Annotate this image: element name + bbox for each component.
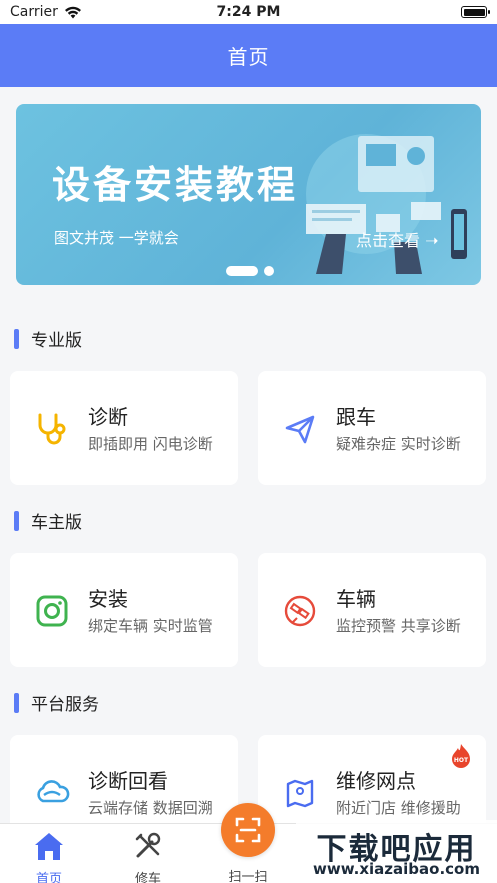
section-header-platform: 平台服务 [14, 690, 99, 715]
section-title: 专业版 [31, 331, 82, 351]
section-accent-bar [14, 328, 19, 349]
banner-subtitle: 图文并茂 一学就会 [54, 229, 179, 247]
map-pin-icon [280, 773, 320, 813]
card-subtitle: 云端存储 数据回溯 [88, 799, 213, 817]
card-title: 安装 [88, 587, 128, 611]
card-vehicle[interactable]: 车辆 监控预警 共享诊断 [258, 553, 486, 667]
tab-repair[interactable]: 修车 [113, 830, 183, 883]
status-bar: Carrier 7:24 PM [0, 0, 497, 24]
hot-badge-text: HOT [454, 757, 469, 764]
card-title: 车辆 [336, 587, 376, 611]
satellite-icon [280, 591, 320, 631]
hot-badge-icon: HOT [452, 744, 470, 768]
card-title: 维修网点 [336, 769, 416, 793]
card-subtitle: 监控预警 共享诊断 [336, 617, 461, 635]
banner-carousel[interactable]: 设备安装教程 图文并茂 一学就会 点击查看 ➝ [16, 104, 481, 285]
watermark-logo: 下载吧应用 www.xiazaibao.com [296, 820, 497, 883]
section-accent-bar [14, 692, 19, 713]
install-icon [32, 591, 72, 631]
section-title: 车主版 [31, 513, 82, 533]
status-left: Carrier [10, 4, 82, 20]
wifi-icon [64, 6, 81, 18]
card-follow-car[interactable]: 跟车 疑难杂症 实时诊断 [258, 371, 486, 485]
card-diagnose[interactable]: 诊断 即插即用 闪电诊断 [10, 371, 238, 485]
page-title: 首页 [227, 45, 270, 69]
section-accent-bar [14, 510, 19, 531]
card-subtitle: 疑难杂症 实时诊断 [336, 435, 461, 453]
carousel-dot[interactable] [264, 266, 274, 276]
home-icon [35, 833, 63, 860]
card-install[interactable]: 安装 绑定车辆 实时监管 [10, 553, 238, 667]
section-header-owner: 车主版 [14, 508, 82, 533]
card-title: 跟车 [336, 405, 376, 429]
tools-icon [135, 832, 161, 858]
watermark-url: www.xiazaibao.com [313, 860, 480, 878]
carrier-label: Carrier [10, 4, 58, 20]
tab-label: 修车 [134, 872, 161, 883]
carousel-indicator[interactable] [226, 266, 274, 276]
cloud-icon [32, 773, 72, 813]
card-title: 诊断 [88, 405, 128, 429]
paper-plane-icon [280, 409, 320, 449]
banner-cta-link[interactable]: 点击查看 ➝ [356, 227, 439, 251]
tab-label: 首页 [35, 872, 62, 883]
battery-icon [461, 6, 490, 18]
banner-title: 设备安装教程 [52, 163, 299, 207]
section-title: 平台服务 [31, 695, 99, 715]
card-title: 诊断回看 [88, 769, 168, 793]
carousel-dot-active[interactable] [226, 266, 258, 276]
tab-home[interactable]: 首页 [14, 830, 84, 883]
tab-scan[interactable]: 扫一扫 [213, 864, 283, 883]
scan-icon [235, 817, 261, 843]
banner-illustration [306, 134, 467, 274]
stethoscope-icon [32, 409, 72, 449]
card-subtitle: 附近门店 维修援助 [336, 799, 461, 817]
card-subtitle: 绑定车辆 实时监管 [88, 617, 213, 635]
status-time: 7:24 PM [216, 4, 281, 20]
card-subtitle: 即插即用 闪电诊断 [88, 435, 213, 453]
nav-bar: 首页 [0, 24, 497, 87]
scan-button[interactable] [221, 803, 275, 857]
section-header-professional: 专业版 [14, 326, 82, 351]
tab-label: 扫一扫 [228, 870, 268, 883]
